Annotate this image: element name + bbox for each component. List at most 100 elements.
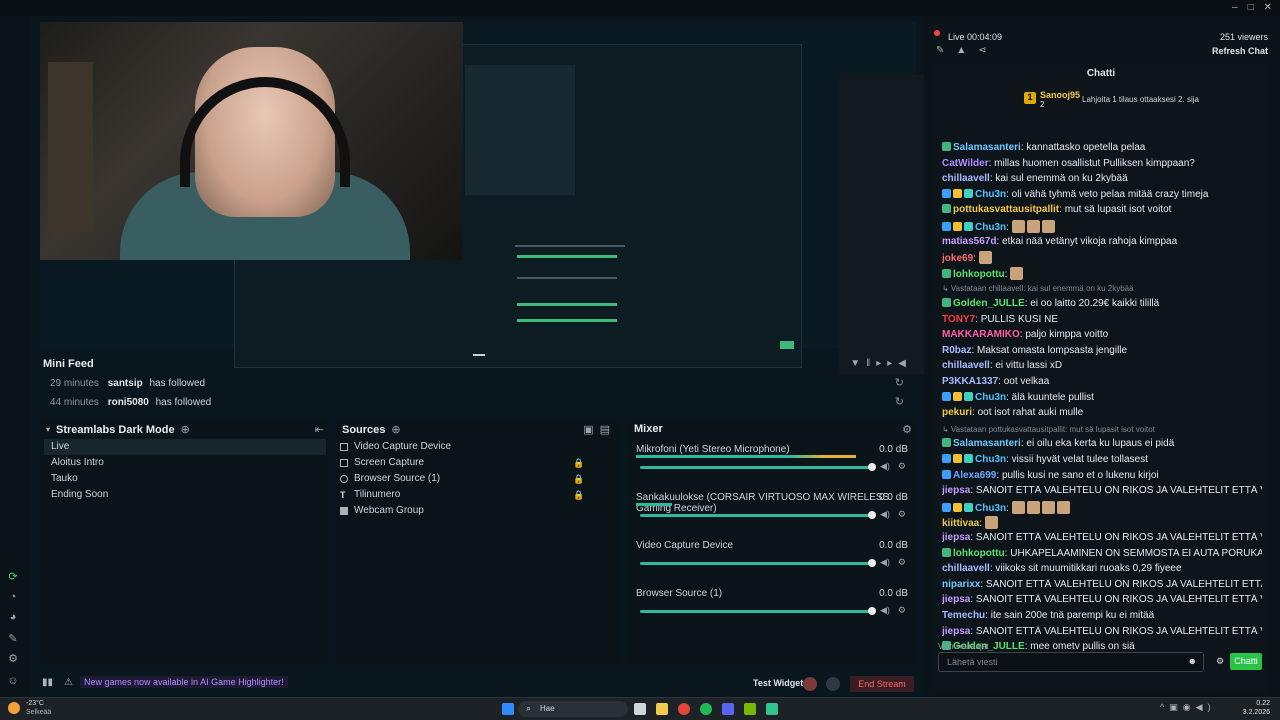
source-toolbar-icons[interactable]: ▣▤ (583, 423, 616, 436)
chat-username[interactable]: joke69 (942, 253, 973, 264)
minimize-button[interactable]: – (1232, 2, 1238, 13)
volume-knob[interactable] (868, 607, 876, 615)
weather-icon[interactable] (8, 702, 20, 714)
chat-username[interactable]: jiepsa (942, 626, 970, 637)
speaker-icon[interactable]: ◀) (880, 605, 890, 616)
add-scene-icon[interactable]: ⊕ (181, 423, 190, 436)
system-tray-icons[interactable]: ^▣◉◀) (1160, 702, 1216, 713)
close-button[interactable]: ✕ (1264, 2, 1272, 13)
chat-username[interactable]: Salamasanteri (953, 438, 1021, 449)
chat-username[interactable]: jiepsa (942, 485, 970, 496)
tools-icon[interactable]: ✎ (6, 632, 20, 646)
stats-icon[interactable]: ▮▮ (42, 677, 53, 688)
chat-username[interactable]: chillaavell (942, 360, 990, 371)
chat-username[interactable]: Alexa699 (953, 470, 996, 481)
chat-username[interactable]: Chu3n (975, 189, 1006, 200)
chat-username[interactable]: Golden_JULLE (953, 298, 1025, 309)
speaker-icon[interactable]: ◀) (880, 557, 890, 568)
mixer-settings-gear-icon[interactable]: ⚙ (902, 423, 912, 436)
volume-slider[interactable] (640, 514, 875, 517)
discord-icon[interactable] (722, 703, 734, 715)
scene-collection-title[interactable]: Streamlabs Dark Mode (56, 424, 175, 436)
chat-username[interactable]: jiepsa (942, 594, 970, 605)
taskbar-search[interactable]: ⌕ Hae (518, 701, 628, 717)
dashboard-icon[interactable]: ◔ (6, 590, 20, 604)
streamlabs-icon[interactable] (766, 703, 778, 715)
ai-highlighter-notice[interactable]: New games now available in AI Game Highl… (80, 676, 288, 688)
windows-start-icon[interactable] (502, 703, 514, 715)
mini-feed-controls[interactable]: ▼‖▸▸◀ (850, 358, 912, 369)
volume-knob[interactable] (868, 463, 876, 471)
source-item[interactable]: Browser Source (1) (340, 473, 440, 484)
chat-username[interactable]: Chu3n (975, 454, 1006, 465)
volume-slider[interactable] (640, 610, 875, 613)
chat-username[interactable]: pekuri (942, 407, 972, 418)
lock-icon[interactable]: 🔒 (573, 474, 584, 485)
repeat-alert-icon[interactable]: ↻ (895, 376, 904, 389)
chat-username[interactable]: P3KKA1337 (942, 376, 998, 387)
source-item[interactable]: T Tilinumero (340, 489, 400, 500)
test-widgets-button[interactable]: Test Widgets (753, 678, 808, 688)
chat-username[interactable]: CatWilder (942, 158, 989, 169)
source-item[interactable]: Video Capture Device (340, 441, 451, 452)
emote-picker-icon[interactable]: ☻ (1188, 656, 1197, 666)
chat-input-field[interactable]: Lähetä viesti ☻ (938, 652, 1204, 672)
chevron-down-icon[interactable]: ▾ (46, 425, 50, 434)
chat-settings-gear-icon[interactable]: ⚙ (1216, 656, 1224, 667)
scene-item-live[interactable]: Live (44, 439, 326, 455)
volume-slider[interactable] (640, 562, 875, 565)
source-item[interactable]: Screen Capture (340, 457, 424, 468)
chat-username[interactable]: Chu3n (975, 392, 1006, 403)
scene-item-intro[interactable]: Aloitus Intro (44, 455, 326, 471)
chat-username[interactable]: chillaavell (942, 173, 990, 184)
speaker-icon[interactable]: ◀) (880, 509, 890, 520)
speaker-icon[interactable]: ◀) (880, 461, 890, 472)
send-chat-button[interactable]: Chatti (1230, 653, 1262, 670)
profile-icon[interactable]: ☺ (6, 674, 20, 688)
replay-buffer-icon[interactable] (826, 677, 840, 691)
file-explorer-icon[interactable] (656, 703, 668, 715)
chat-username[interactable]: chillaavell (942, 563, 990, 574)
chat-username[interactable]: pottukasvattausitpallit (953, 204, 1059, 215)
lock-icon[interactable]: 🔒 (573, 490, 584, 501)
maximize-button[interactable]: □ (1248, 2, 1254, 13)
chat-username[interactable]: Chu3n (975, 503, 1006, 514)
spotify-icon[interactable] (700, 703, 712, 715)
record-icon[interactable] (803, 677, 817, 691)
end-stream-button[interactable]: End Stream (850, 676, 914, 692)
gear-icon[interactable]: ⚙ (898, 509, 906, 520)
volume-knob[interactable] (868, 511, 876, 519)
chat-username[interactable]: niparixx (942, 579, 980, 590)
browser-icon[interactable] (678, 703, 690, 715)
task-view-icon[interactable] (634, 703, 646, 715)
source-item[interactable]: Webcam Group (340, 505, 424, 516)
nvidia-icon[interactable] (744, 703, 756, 715)
chat-username[interactable]: MAKKARAMIKO (942, 329, 1020, 340)
chat-username[interactable]: Salamasanteri (953, 142, 1021, 153)
chat-tool-icons[interactable]: ✎▲⋖ (936, 45, 999, 56)
refresh-chat-button[interactable]: Refresh Chat (1212, 46, 1268, 56)
chat-username[interactable]: R0baz (942, 345, 971, 356)
gear-icon[interactable]: ⚙ (898, 605, 906, 616)
chat-username[interactable]: kiittivaa (942, 518, 979, 529)
settings-gear-icon[interactable]: ⚙ (6, 652, 20, 666)
alert-icon[interactable]: ⚠ (64, 677, 73, 688)
chat-username[interactable]: lohkopottu (953, 548, 1005, 559)
chat-username[interactable]: TONY7 (942, 314, 975, 325)
repeat-alert-icon[interactable]: ↻ (895, 395, 904, 408)
gear-icon[interactable]: ⚙ (898, 557, 906, 568)
lock-icon[interactable]: 🔒 (573, 458, 584, 469)
gear-icon[interactable]: ⚙ (898, 461, 906, 472)
studio-mode-icon[interactable]: ⟳ (6, 570, 20, 584)
add-source-icon[interactable]: ⊕ (391, 423, 400, 436)
scene-settings-icon[interactable]: ⇤ (315, 423, 324, 436)
chat-username[interactable]: Chu3n (975, 222, 1006, 233)
themes-icon[interactable]: ◕ (6, 610, 20, 624)
volume-slider[interactable] (640, 466, 875, 469)
scene-item-tauko[interactable]: Tauko (44, 471, 326, 487)
scene-item-ending[interactable]: Ending Soon (44, 487, 326, 503)
chat-username[interactable]: lohkopottu (953, 269, 1005, 280)
volume-knob[interactable] (868, 559, 876, 567)
chat-username[interactable]: jiepsa (942, 532, 970, 543)
chat-username[interactable]: matias567d (942, 236, 996, 247)
